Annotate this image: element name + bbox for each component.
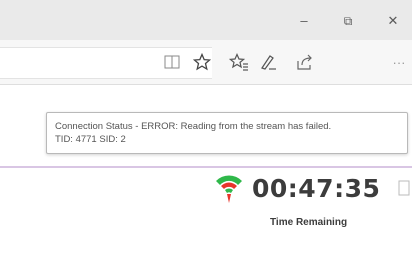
web-note-icon[interactable]: [256, 50, 280, 74]
toolbar-divider: [0, 166, 412, 168]
toolbar-edge-button[interactable]: [396, 178, 412, 200]
more-icon[interactable]: ···: [386, 50, 412, 74]
title-bar: – ⧉ ✕: [0, 0, 412, 40]
reading-view-icon[interactable]: [160, 50, 184, 74]
address-bar-row: ···: [0, 40, 412, 85]
share-icon[interactable]: [293, 50, 317, 74]
countdown-timer: 00:47:35: [252, 174, 381, 203]
favorites-hub-icon[interactable]: [227, 50, 251, 74]
time-remaining-label: Time Remaining: [270, 217, 348, 228]
restore-button[interactable]: ⧉: [333, 11, 363, 31]
connection-signal-icon[interactable]: [214, 173, 244, 207]
connection-status-tooltip: Connection Status - ERROR: Reading from …: [46, 112, 408, 154]
favorite-star-icon[interactable]: [190, 50, 214, 74]
minimize-button[interactable]: –: [289, 11, 319, 31]
tooltip-line-1: Connection Status - ERROR: Reading from …: [55, 121, 332, 132]
tooltip-line-2: TID: 4771 SID: 2: [55, 134, 126, 145]
close-button[interactable]: ✕: [378, 11, 408, 31]
